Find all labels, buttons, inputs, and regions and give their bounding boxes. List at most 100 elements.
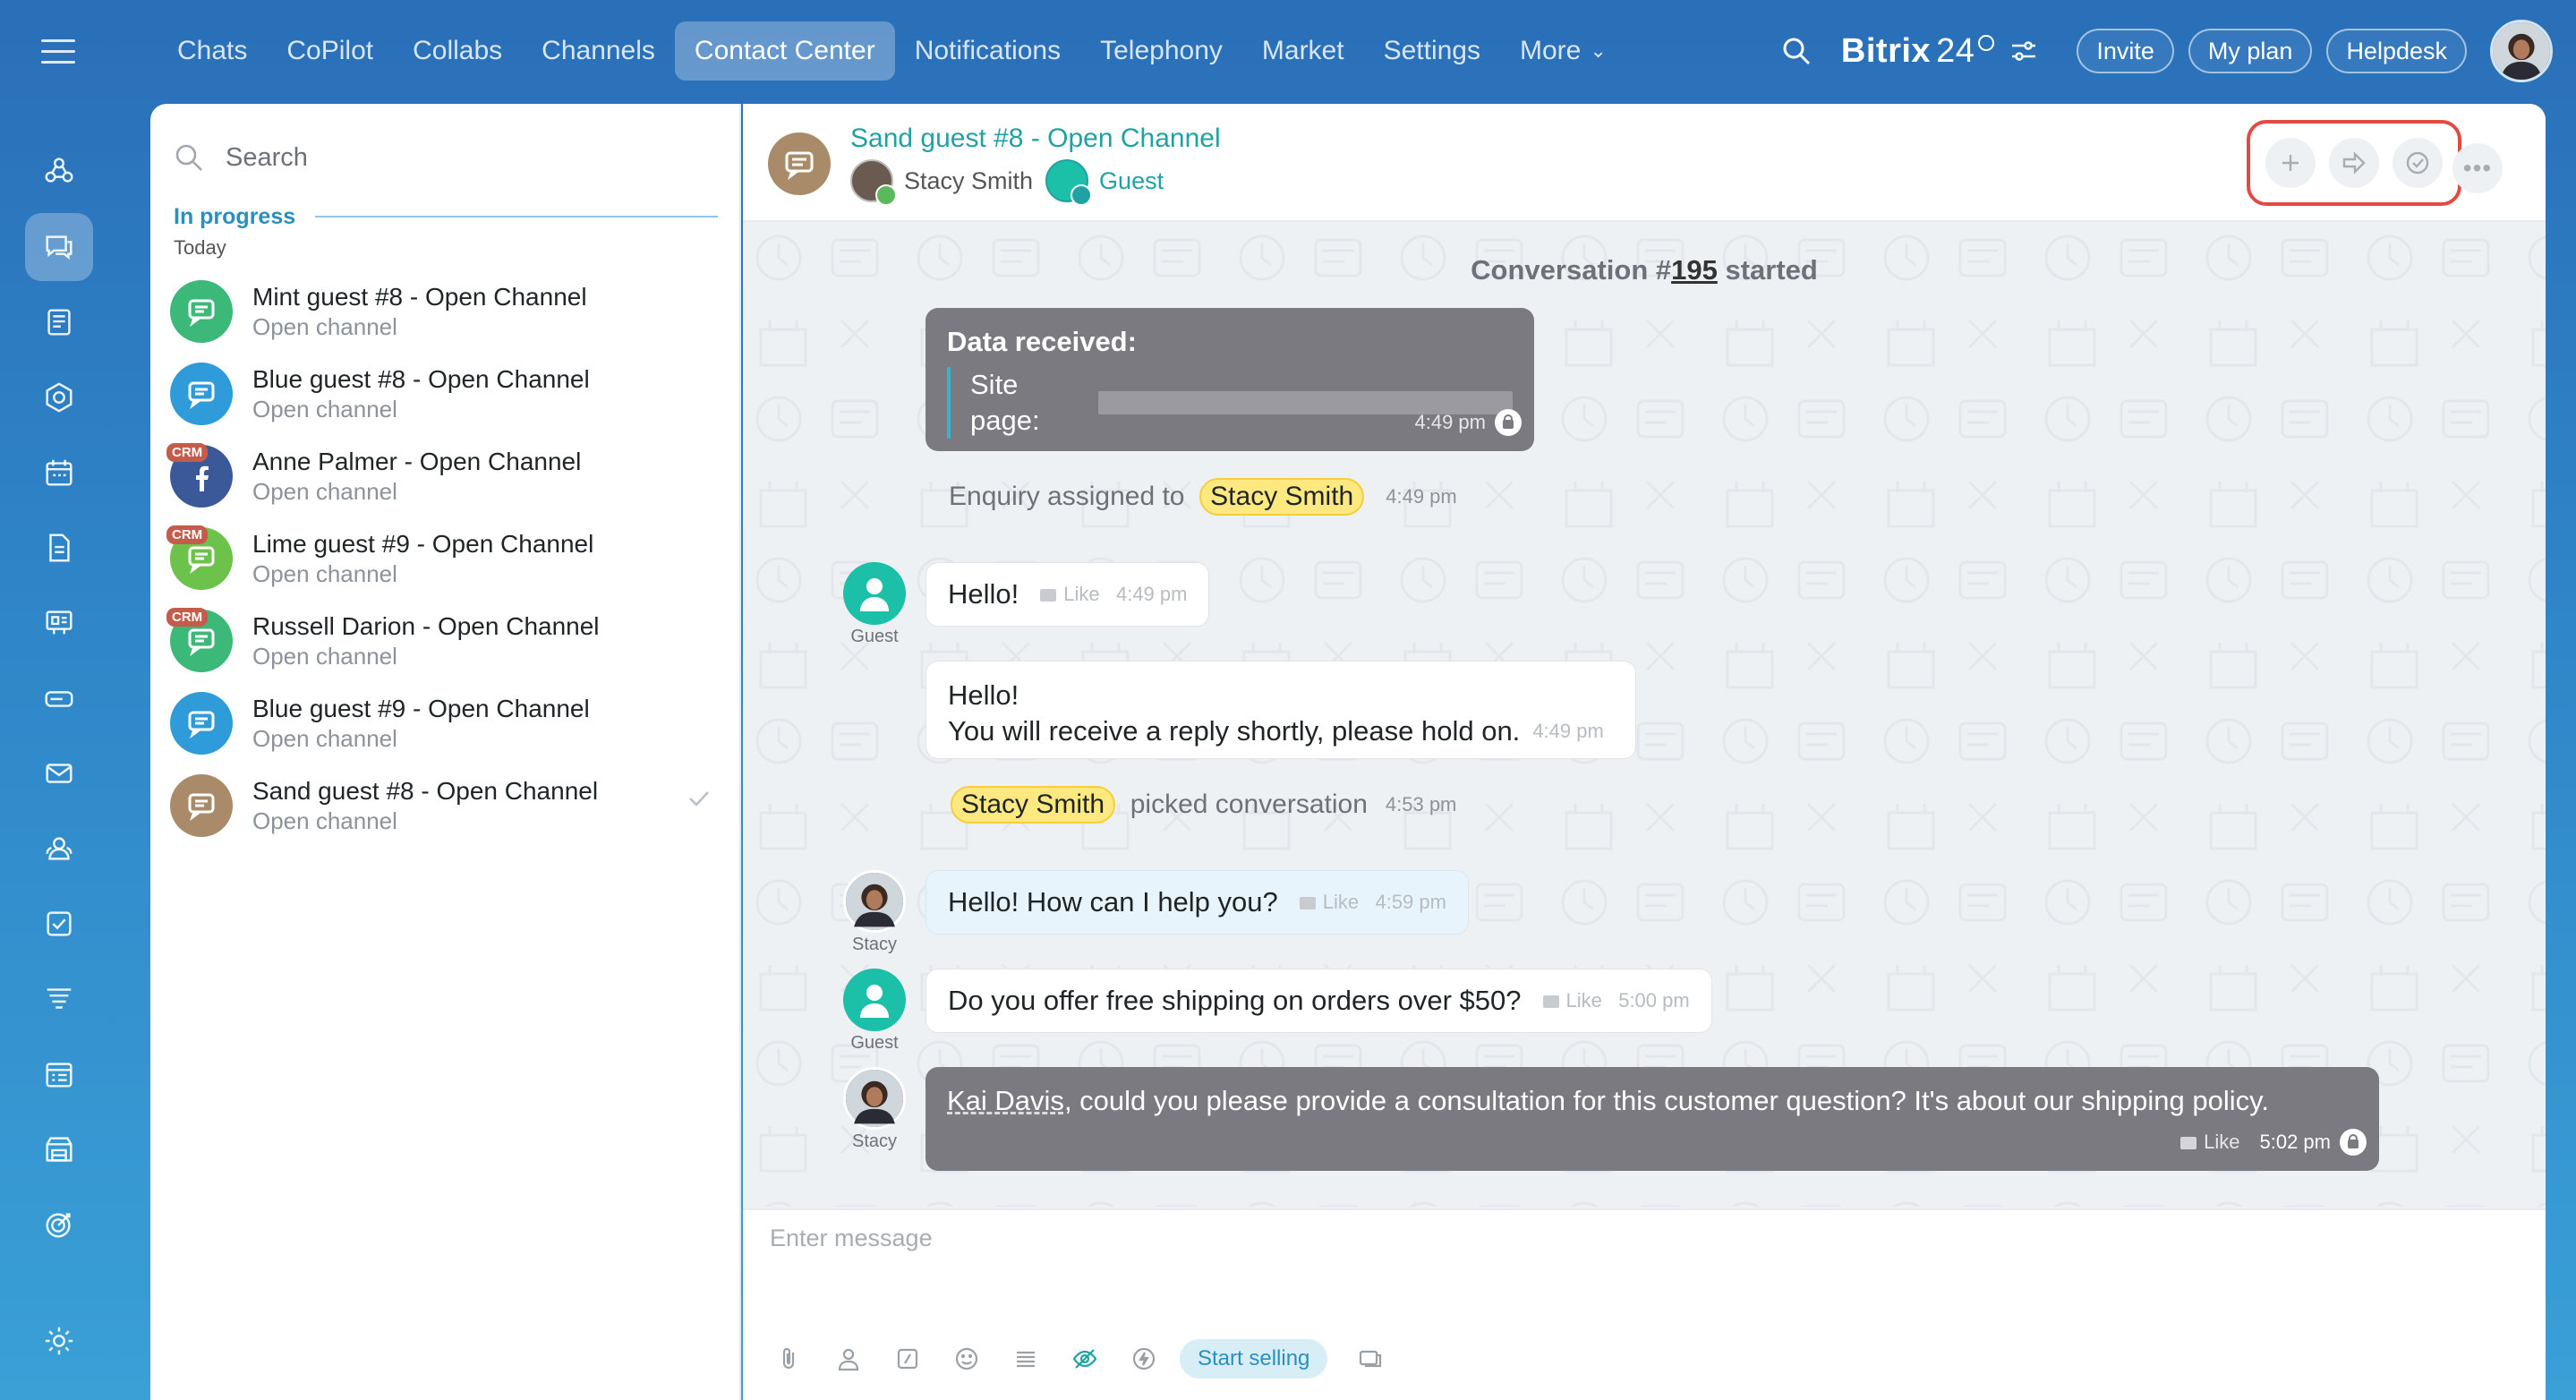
nav-collabs[interactable]: Collabs [393,21,522,81]
stacy-avatar[interactable] [843,870,906,933]
guest-mini-avatar[interactable] [1045,159,1093,206]
conversation-number-link[interactable]: 195 [1671,254,1718,286]
nav-channels[interactable]: Channels [522,21,675,81]
drive-icon[interactable] [25,664,93,732]
quick-command-icon[interactable] [884,1336,931,1382]
auto-reply-message[interactable]: Hello! You will receive a reply shortly,… [925,661,1636,759]
mail-icon[interactable] [25,739,93,807]
message-time: 5:00 pm [1618,989,1690,1012]
document-icon[interactable] [25,514,93,582]
search-icon[interactable] [1771,26,1821,76]
list-item[interactable]: Blue guest #9 - Open Channel Open channel [170,682,730,764]
nav-notifications[interactable]: Notifications [895,21,1080,81]
stacy-mini-avatar[interactable] [850,159,897,206]
brand-logo[interactable]: Bitrix 24 [1841,32,2037,71]
list-item[interactable]: Mint guest #8 - Open Channel Open channel [170,270,730,353]
nav-settings[interactable]: Settings [1364,21,1500,81]
mention-kai-davis[interactable]: Kai Davis [947,1085,1064,1116]
finish-conversation-button[interactable] [2392,138,2443,188]
list-item[interactable]: CRM Lime guest #9 - Open Channel Open chan… [166,517,730,600]
like-icon[interactable] [1542,995,1559,1009]
member-guest-name[interactable]: Guest [1099,167,1164,195]
section-in-progress: In progress [174,199,718,235]
channel-avatar [170,363,233,425]
site-page-label: Site page: [970,369,1040,436]
add-participant-button[interactable] [2265,138,2316,188]
settings-icon[interactable] [25,1307,93,1375]
broadcast-icon[interactable] [25,136,93,204]
message-text: , could you please provide a consultatio… [1063,1085,2269,1116]
conversation-list-panel: Search In progress Today Mint guest #8 -… [150,104,741,1400]
member-stacy-name[interactable]: Stacy Smith [904,167,1033,195]
consultation-message[interactable]: Kai Davis, could you please provide a co… [925,1067,2379,1171]
forward-button[interactable] [2328,138,2379,188]
like-button[interactable]: Like [1566,989,1602,1012]
auto-reply-line2: You will receive a reply shortly, please… [948,715,1521,747]
calendar-icon[interactable] [25,439,93,507]
list-item-subtitle: Open channel [252,560,397,587]
like-icon[interactable] [1040,589,1057,602]
agent-tag[interactable]: Stacy Smith [1199,478,1365,516]
search-input[interactable]: Search [174,131,716,184]
like-button[interactable]: Like [1323,891,1359,913]
chat-title[interactable]: Sand guest #8 - Open Channel [850,124,1221,154]
tasks-icon[interactable] [25,890,93,958]
nav-telephony[interactable]: Telephony [1080,21,1242,81]
schedule-icon[interactable] [25,1040,93,1108]
chat-bubble-icon [188,793,215,821]
list-item[interactable]: Blue guest #8 - Open Channel Open channel [170,353,730,435]
agent-tag[interactable]: Stacy Smith [951,786,1116,824]
nav-market[interactable]: Market [1242,21,1364,81]
funnel-icon[interactable] [25,965,93,1033]
menu-icon[interactable] [41,39,75,64]
hexagon-icon[interactable] [25,363,93,431]
guest-question-message[interactable]: Do you offer free shipping on orders ove… [925,969,1712,1033]
nav-chats[interactable]: Chats [158,21,267,81]
presentation-icon[interactable] [25,589,93,657]
people-icon[interactable] [25,815,93,883]
user-avatar[interactable] [2490,20,2553,82]
more-options-icon[interactable]: ••• [2452,143,2503,193]
nav-more[interactable]: More ⌄ [1500,21,1626,81]
news-icon[interactable] [25,288,93,356]
invite-button[interactable]: Invite [2077,29,2174,73]
like-button[interactable]: Like [1063,583,1099,605]
templates-icon[interactable] [1002,1336,1049,1382]
nav-contact-center[interactable]: Contact Center [674,21,895,81]
list-item[interactable]: CRM Russell Darion - Open Channel Open cha… [166,600,730,682]
list-item[interactable]: CRM Anne Palmer - Open Channel Open channe… [166,435,730,517]
panel-icon[interactable] [1347,1336,1394,1382]
stacy-avatar[interactable] [843,1067,906,1130]
chat-icon[interactable] [25,213,93,281]
like-button[interactable]: Like [2204,1131,2239,1153]
like-icon[interactable] [2180,1137,2197,1150]
guest-hello-message[interactable]: Hello! Like 4:49 pm [925,562,1210,627]
message-time: 4:49 pm [1115,583,1188,605]
filters-icon[interactable] [2010,39,2037,63]
guest-avatar[interactable] [843,562,906,625]
user-silhouette-icon [860,985,889,1018]
nav-telephony-label: Telephony [1100,36,1223,65]
start-selling-button[interactable]: Start selling [1180,1339,1328,1379]
nav-copilot[interactable]: CoPilot [267,21,393,81]
channel-avatar[interactable] [768,132,831,195]
my-plan-button[interactable]: My plan [2188,29,2313,73]
enquiry-assigned-event: Enquiry assigned to Stacy Smith 4:49 pm [949,478,1457,516]
hide-from-client-icon[interactable] [1062,1336,1108,1382]
guest-avatar[interactable] [843,969,906,1031]
stacy-reply-message[interactable]: Hello! How can I help you? Like 4:59 pm [925,870,1469,935]
attach-icon[interactable] [766,1336,813,1382]
emoji-icon[interactable] [943,1336,990,1382]
store-icon[interactable] [25,1115,93,1183]
like-icon[interactable] [1299,897,1316,910]
target-icon[interactable] [25,1191,93,1259]
list-item[interactable]: Sand guest #8 - Open Channel Open channel [170,764,730,847]
list-item-text: Sand guest #8 - Open Channel Open channel [252,776,598,835]
contact-icon[interactable] [825,1336,872,1382]
message-input[interactable]: Enter message [770,1225,933,1252]
lightning-icon[interactable] [1121,1336,1167,1382]
helpdesk-button[interactable]: Helpdesk [2326,29,2467,73]
nav-channels-label: Channels [542,36,655,65]
chat-bubble-icon [188,299,215,327]
data-received-message[interactable]: Data received: Site page: 4:49 pm [925,308,1534,451]
